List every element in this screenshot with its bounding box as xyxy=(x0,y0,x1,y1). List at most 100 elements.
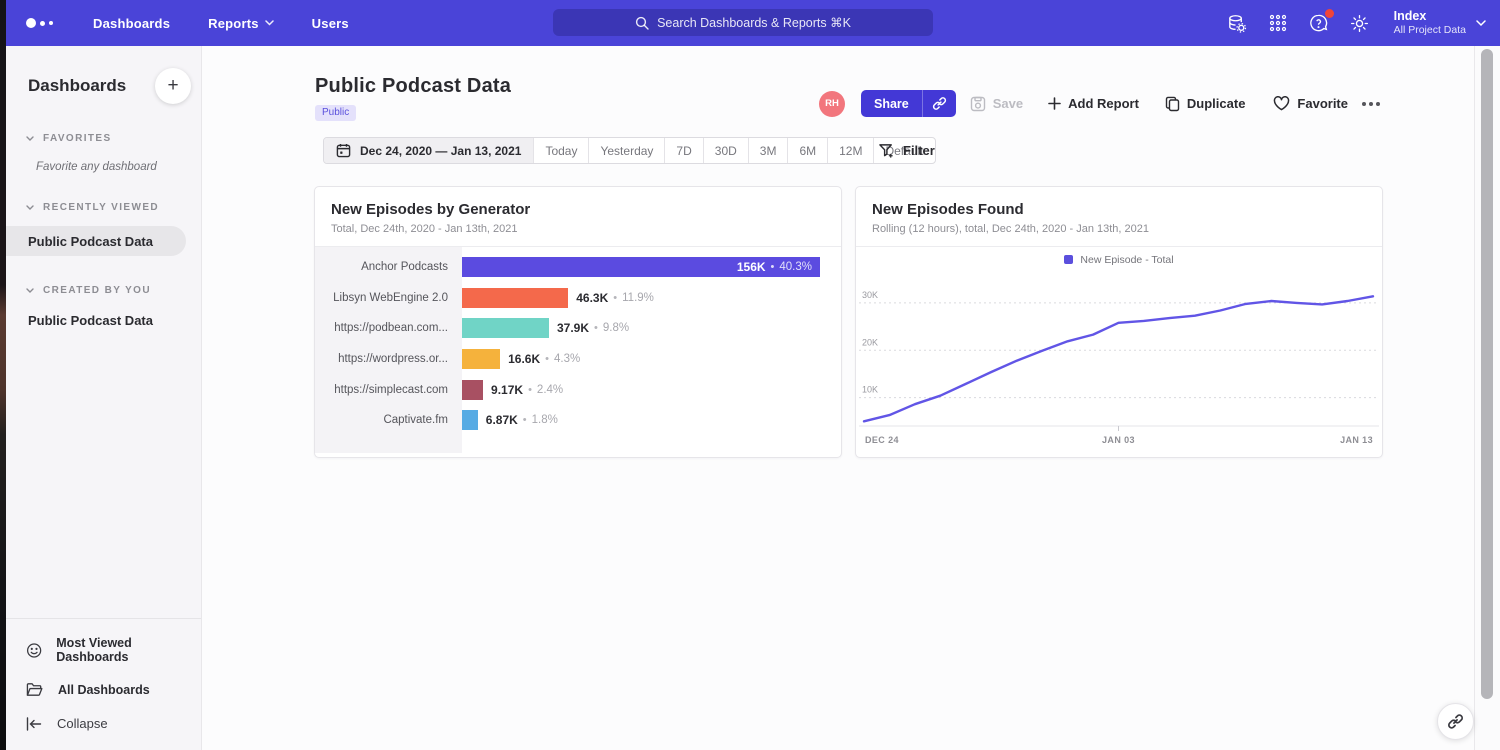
save-button-label: Save xyxy=(993,96,1023,111)
collapse-sidebar-button[interactable]: Collapse xyxy=(6,707,201,740)
bar-category-label: Captivate.fm xyxy=(315,414,462,426)
bar[interactable] xyxy=(462,349,500,369)
filter-funnel-icon xyxy=(878,143,895,159)
bar-row: Captivate.fm6.87K•1.8% xyxy=(315,405,841,436)
date-preset-12m[interactable]: 12M xyxy=(827,138,873,163)
folder-icon xyxy=(26,682,44,698)
settings-gear-icon[interactable] xyxy=(1349,12,1371,34)
nav-items: Dashboards Reports Users xyxy=(93,16,349,31)
scrollbar-track[interactable] xyxy=(1474,46,1500,750)
bar-chart-card: New Episodes by Generator Total, Dec 24t… xyxy=(314,186,842,458)
notification-dot xyxy=(1325,9,1334,18)
nav-item-reports[interactable]: Reports xyxy=(208,16,274,31)
save-button[interactable]: Save xyxy=(970,96,1023,112)
sidebar-item-public-podcast-data-created[interactable]: Public Podcast Data xyxy=(28,313,201,328)
section-created-by-you[interactable]: CREATED BY YOU xyxy=(26,285,201,296)
sidebar-title: Dashboards xyxy=(28,76,126,96)
x-axis-tick-label: JAN 13 xyxy=(1340,435,1373,445)
data-management-icon[interactable] xyxy=(1226,12,1248,34)
nav-right: Index All Project Data xyxy=(1226,0,1486,46)
all-dashboards-button[interactable]: All Dashboards xyxy=(6,673,201,707)
y-axis-tick-label: 10K xyxy=(862,385,878,395)
legend-swatch xyxy=(1064,255,1073,264)
plus-icon: + xyxy=(167,75,178,97)
project-scope: All Project Data xyxy=(1394,24,1466,37)
avatar[interactable]: RH xyxy=(819,91,845,117)
footer-item-label: Most Viewed Dashboards xyxy=(56,636,201,664)
bar[interactable] xyxy=(462,318,549,338)
bar-row: https://wordpress.or...16.6K•4.3% xyxy=(315,344,841,375)
nav-item-dashboards[interactable]: Dashboards xyxy=(93,16,170,31)
help-icon[interactable] xyxy=(1308,12,1330,34)
date-presets: TodayYesterday7D30D3M6M12MDefault xyxy=(533,138,934,163)
bar-row: Libsyn WebEngine 2.046.3K•11.9% xyxy=(315,283,841,314)
card-title: New Episodes Found xyxy=(872,201,1366,218)
bar[interactable] xyxy=(462,288,568,308)
project-name: Index xyxy=(1394,9,1466,24)
bar-category-label: https://podbean.com... xyxy=(315,322,462,334)
add-report-label: Add Report xyxy=(1068,96,1139,111)
search-placeholder: Search Dashboards & Reports ⌘K xyxy=(657,15,851,30)
date-preset-yesterday[interactable]: Yesterday xyxy=(588,138,664,163)
top-nav: Dashboards Reports Users Search Dashboar… xyxy=(0,0,1500,46)
search-input[interactable]: Search Dashboards & Reports ⌘K xyxy=(553,9,933,36)
date-preset-30d[interactable]: 30D xyxy=(703,138,748,163)
project-switcher[interactable]: Index All Project Data xyxy=(1394,9,1486,37)
apps-grid-icon[interactable] xyxy=(1267,12,1289,34)
line-chart-card: New Episodes Found Rolling (12 hours), t… xyxy=(855,186,1383,458)
nav-item-label: Users xyxy=(312,16,349,31)
section-recently-viewed[interactable]: RECENTLY VIEWED xyxy=(26,202,201,213)
bar-value-label: 156K•40.3% xyxy=(737,257,812,277)
sidebar-item-public-podcast-data[interactable]: Public Podcast Data xyxy=(6,226,186,256)
chevron-down-icon xyxy=(26,288,34,294)
scrollbar-thumb[interactable] xyxy=(1481,49,1493,699)
search-icon xyxy=(635,16,649,30)
bar[interactable]: 156K•40.3% xyxy=(462,257,820,277)
copy-link-button[interactable] xyxy=(923,90,956,117)
chart-legend: New Episode - Total xyxy=(856,247,1382,272)
bar[interactable] xyxy=(462,410,478,430)
header-actions: RH Share Save Add Report Duplicate Favor… xyxy=(819,90,1380,117)
line-chart: 10K20K30KDEC 24JAN 03JAN 13 xyxy=(856,272,1382,450)
bar[interactable] xyxy=(462,380,483,400)
bar-row: https://simplecast.com9.17K•2.4% xyxy=(315,374,841,405)
section-label: RECENTLY VIEWED xyxy=(43,202,159,213)
duplicate-label: Duplicate xyxy=(1187,96,1246,111)
date-preset-3m[interactable]: 3M xyxy=(748,138,788,163)
nav-item-users[interactable]: Users xyxy=(312,16,349,31)
more-options-button[interactable] xyxy=(1362,102,1380,106)
card-subtitle: Rolling (12 hours), total, Dec 24th, 202… xyxy=(872,223,1366,235)
filter-button[interactable]: Filter xyxy=(878,137,935,164)
public-badge: Public xyxy=(315,105,356,121)
bar-category-label: Anchor Podcasts xyxy=(315,261,462,273)
legend-label: New Episode - Total xyxy=(1080,254,1173,266)
bar-value-label: 37.9K•9.8% xyxy=(557,321,629,335)
share-button-label[interactable]: Share xyxy=(861,90,922,117)
chevron-down-icon xyxy=(1476,20,1486,27)
x-axis-tick-label: DEC 24 xyxy=(865,435,899,445)
add-dashboard-button[interactable]: + xyxy=(155,68,191,104)
chevron-down-icon xyxy=(265,20,274,26)
bar-category-label: Libsyn WebEngine 2.0 xyxy=(315,292,462,304)
bar-category-label: https://wordpress.or... xyxy=(315,353,462,365)
floating-link-button[interactable] xyxy=(1437,703,1474,740)
sidebar-item-label: Public Podcast Data xyxy=(28,234,153,249)
favorites-empty-text: Favorite any dashboard xyxy=(36,161,201,173)
favorite-label: Favorite xyxy=(1297,96,1348,111)
app-logo-icon[interactable] xyxy=(26,18,53,28)
section-favorites[interactable]: FAVORITES xyxy=(26,133,201,144)
link-icon xyxy=(1447,713,1464,730)
duplicate-button[interactable]: Duplicate xyxy=(1165,96,1246,112)
collapse-icon xyxy=(26,717,43,731)
share-button[interactable]: Share xyxy=(861,90,956,117)
date-preset-6m[interactable]: 6M xyxy=(787,138,827,163)
favorite-button[interactable]: Favorite xyxy=(1273,96,1348,111)
nav-item-label: Dashboards xyxy=(93,16,170,31)
date-preset-today[interactable]: Today xyxy=(533,138,588,163)
line-series[interactable] xyxy=(864,296,1373,421)
most-viewed-dashboards-button[interactable]: Most Viewed Dashboards xyxy=(6,627,201,673)
section-label: FAVORITES xyxy=(43,133,112,144)
date-preset-7d[interactable]: 7D xyxy=(664,138,702,163)
add-report-button[interactable]: Add Report xyxy=(1048,96,1139,111)
date-range-picker[interactable]: Dec 24, 2020 — Jan 13, 2021 xyxy=(324,138,533,163)
